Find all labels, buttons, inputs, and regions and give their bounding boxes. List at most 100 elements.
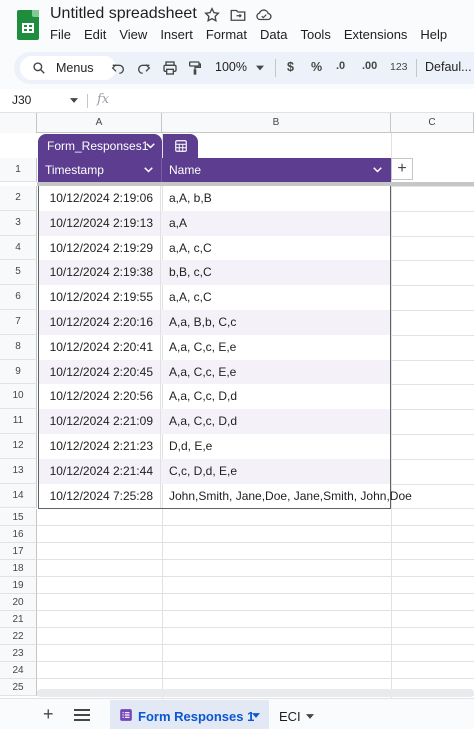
table-row[interactable]: 10/12/2024 7:25:28 John,Smith, Jane,Doe, … [39, 483, 412, 509]
timestamp-cell[interactable]: 10/12/2024 2:20:56 [39, 384, 161, 410]
document-title[interactable]: Untitled spreadsheet [50, 5, 197, 23]
table-row[interactable]: 10/12/2024 2:19:38 b,B, c,C [39, 260, 390, 286]
timestamp-column-menu-icon[interactable] [144, 167, 153, 173]
column-header-a[interactable]: A [37, 113, 162, 133]
row-header[interactable]: 12 [0, 434, 37, 459]
header-name[interactable]: Name [169, 163, 201, 177]
currency-format-button[interactable]: $ [287, 60, 294, 74]
table-row[interactable]: 10/12/2024 2:19:06 a,A, b,B [39, 186, 390, 211]
table-row[interactable]: 10/12/2024 2:20:56 A,a, C,c, D,d [39, 384, 390, 410]
row-header[interactable]: 9 [0, 359, 37, 385]
timestamp-cell[interactable]: 10/12/2024 2:19:38 [39, 260, 161, 286]
name-cell[interactable]: b,B, c,C [169, 260, 212, 285]
row-header[interactable]: 18 [0, 560, 37, 578]
name-cell[interactable]: a,A [169, 211, 187, 236]
name-cell[interactable]: A,a, C,c, E,e [169, 360, 236, 385]
table-row[interactable]: 10/12/2024 2:20:41 A,a, C,c, E,e [39, 334, 390, 360]
name-cell[interactable]: D,d, E,e [169, 434, 212, 459]
row-header[interactable]: 5 [0, 260, 37, 286]
menu-view[interactable]: View [119, 27, 147, 42]
sheet-menu-dropdown-icon[interactable] [252, 713, 260, 718]
timestamp-cell[interactable]: 10/12/2024 2:21:44 [39, 458, 161, 484]
row-header[interactable]: 14 [0, 483, 37, 509]
table-name-chip[interactable]: Form_Responses1 [38, 134, 162, 158]
timestamp-cell[interactable]: 10/12/2024 7:25:28 [39, 483, 161, 509]
name-cell[interactable]: a,A, b,B [169, 186, 212, 211]
name-cell[interactable]: A,a, B,b, C,c [169, 310, 236, 335]
row-header[interactable]: 13 [0, 458, 37, 484]
menus-search[interactable]: Menus [20, 56, 116, 80]
decrease-decimal-button[interactable]: .0 [336, 60, 345, 72]
row-header[interactable]: 4 [0, 235, 37, 261]
row-header[interactable]: 21 [0, 611, 37, 629]
table-row[interactable]: 10/12/2024 2:21:09 A,a, C,c, D,d [39, 409, 390, 434]
row-header[interactable]: 17 [0, 543, 37, 561]
increase-decimal-button[interactable]: .00 [362, 60, 377, 72]
more-formats-button[interactable]: 123 [390, 61, 408, 73]
table-row[interactable]: 10/12/2024 2:21:44 C,c, D,d, E,e [39, 458, 390, 484]
timestamp-cell[interactable]: 10/12/2024 2:19:29 [39, 235, 161, 261]
name-box-dropdown-icon[interactable] [70, 98, 78, 103]
undo-icon[interactable] [110, 60, 126, 76]
row-header[interactable]: 11 [0, 409, 37, 434]
name-cell[interactable]: A,a, C,c, E,e [169, 335, 236, 360]
zoom-dropdown-icon[interactable] [256, 65, 264, 71]
row-header[interactable]: 6 [0, 285, 37, 310]
row-header[interactable]: 22 [0, 628, 37, 646]
menu-extensions[interactable]: Extensions [344, 27, 408, 42]
row-header[interactable]: 10 [0, 384, 37, 410]
add-sheet-icon[interactable]: + [43, 704, 54, 725]
select-all-corner[interactable] [0, 113, 37, 133]
column-header-b[interactable]: B [162, 113, 391, 133]
sheets-logo-icon[interactable] [17, 10, 39, 40]
table-row[interactable]: 10/12/2024 2:19:29 a,A, c,C [39, 235, 390, 261]
row-header[interactable]: 1 [0, 158, 37, 182]
row-header[interactable]: 15 [0, 509, 37, 527]
table-view-button[interactable] [163, 134, 198, 158]
row-header[interactable]: 16 [0, 526, 37, 544]
eci-sheet-dropdown-icon[interactable] [306, 714, 314, 719]
sheet-tab-eci[interactable]: ECI [279, 709, 301, 724]
timestamp-cell[interactable]: 10/12/2024 2:20:41 [39, 334, 161, 360]
cloud-status-icon[interactable] [255, 6, 273, 24]
row-header[interactable]: 24 [0, 662, 37, 680]
header-timestamp[interactable]: Timestamp [45, 163, 104, 177]
add-column-button[interactable]: + [391, 158, 413, 180]
star-icon[interactable] [203, 6, 221, 24]
timestamp-cell[interactable]: 10/12/2024 2:19:13 [39, 210, 161, 236]
percent-format-button[interactable]: % [311, 60, 322, 74]
timestamp-cell[interactable]: 10/12/2024 2:19:06 [39, 186, 161, 211]
print-icon[interactable] [162, 60, 178, 76]
row-header[interactable]: 3 [0, 210, 37, 236]
horizontal-scrollbar[interactable] [37, 689, 474, 697]
row-header[interactable]: 20 [0, 594, 37, 612]
name-cell[interactable]: John,Smith, Jane,Doe, Jane,Smith, John,D… [169, 484, 412, 509]
name-column-menu-icon[interactable] [373, 167, 382, 173]
move-folder-icon[interactable] [229, 6, 247, 24]
timestamp-cell[interactable]: 10/12/2024 2:21:23 [39, 433, 161, 459]
menu-format[interactable]: Format [206, 27, 247, 42]
menu-file[interactable]: File [50, 27, 71, 42]
row-header[interactable]: 2 [0, 186, 37, 211]
menu-data[interactable]: Data [260, 27, 287, 42]
table-row[interactable]: 10/12/2024 2:19:13 a,A [39, 210, 390, 236]
name-cell[interactable]: A,a, C,c, D,d [169, 384, 237, 409]
timestamp-cell[interactable]: 10/12/2024 2:20:16 [39, 309, 161, 335]
zoom-select[interactable]: 100% [215, 60, 247, 74]
menu-insert[interactable]: Insert [160, 27, 193, 42]
table-row[interactable]: 10/12/2024 2:20:45 A,a, C,c, E,e [39, 359, 390, 385]
name-box[interactable]: J30 [12, 93, 31, 107]
row-header[interactable]: 8 [0, 334, 37, 360]
name-cell[interactable]: A,a, C,c, D,d [169, 409, 237, 434]
name-cell[interactable]: a,A, c,C [169, 285, 212, 310]
sheet-tab-form-responses-1[interactable]: Form Responses 1 [110, 700, 269, 729]
timestamp-cell[interactable]: 10/12/2024 2:21:09 [39, 409, 161, 434]
name-cell[interactable]: C,c, D,d, E,e [169, 459, 237, 484]
timestamp-cell[interactable]: 10/12/2024 2:19:55 [39, 285, 161, 310]
row-header[interactable]: 19 [0, 577, 37, 595]
all-sheets-icon[interactable] [74, 709, 90, 721]
sheet-grid[interactable]: A B C 1 2 3 4 5 6 7 8 9 10 11 12 13 14 15 16 17 18 19 20 21 2… [0, 113, 474, 698]
row-header[interactable]: 23 [0, 645, 37, 663]
timestamp-cell[interactable]: 10/12/2024 2:20:45 [39, 359, 161, 385]
column-header-c[interactable]: C [391, 113, 474, 133]
